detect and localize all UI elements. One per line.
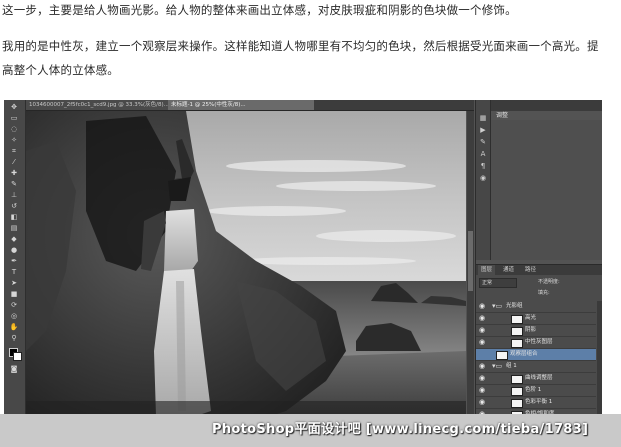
history-panel-icon[interactable]: ▦ [479, 114, 487, 122]
folder-icon: ▾▭ [492, 302, 503, 310]
magic-wand-icon[interactable]: ✧ [9, 137, 19, 144]
3d-rotate-icon[interactable]: ⟳ [9, 302, 19, 309]
folder-icon: ▾▭ [492, 362, 503, 370]
path-selection-icon[interactable]: ➤ [9, 280, 19, 287]
clone-source-icon[interactable]: ◉ [479, 174, 487, 182]
photoshop-screenshot: ✥ ▭ ◌ ✧ ⌗ ⁄ ✚ ✎ ⊥ ↺ ◧ ▤ ◆ ● ✒ T ➤ ■ ⟳ ◎ … [4, 100, 602, 430]
visibility-eye-icon[interactable]: ◉ [479, 374, 485, 383]
layer-row[interactable]: ◉ 色彩平衡 1 [476, 397, 596, 409]
layer-name: 曲线调整层 [525, 375, 553, 381]
scrollbar-thumb[interactable] [468, 231, 473, 291]
quick-mask-icon[interactable]: ◙ [9, 366, 19, 373]
canvas-vertical-scrollbar[interactable] [467, 111, 474, 421]
eraser-tool-icon[interactable]: ◧ [9, 214, 19, 221]
layer-row[interactable]: ◉ ▾▭ 光影组 [476, 301, 596, 313]
layer-thumbnail [511, 315, 523, 324]
marquee-tool-icon[interactable]: ▭ [9, 115, 19, 122]
tools-panel: ✥ ▭ ◌ ✧ ⌗ ⁄ ✚ ✎ ⊥ ↺ ◧ ▤ ◆ ● ✒ T ➤ ■ ⟳ ◎ … [4, 100, 26, 430]
zoom-tool-icon[interactable]: ⚲ [9, 335, 19, 342]
eyedropper-icon[interactable]: ⁄ [9, 159, 19, 166]
tab-layers[interactable]: 图层 [478, 265, 496, 275]
layer-thumbnail [511, 387, 523, 396]
shape-tool-icon[interactable]: ■ [9, 291, 19, 298]
panel-icon-strip: ▦ ▶ ✎ A ¶ ◉ [476, 100, 491, 260]
layer-name: 观察层组合 [510, 351, 538, 357]
document-tab-1[interactable]: 1034600007_2f5fc0c1_scd9.jpg @ 33.3%(灰色/… [26, 100, 172, 110]
lasso-tool-icon[interactable]: ◌ [9, 126, 19, 133]
visibility-eye-icon[interactable]: ◉ [479, 362, 485, 371]
opacity-label: 不透明度: [538, 279, 560, 285]
background-color-swatch[interactable] [13, 352, 22, 361]
visibility-eye-icon[interactable]: ◉ [479, 302, 485, 311]
beach-portrait-photo [26, 111, 466, 421]
layer-name: 高光 [525, 315, 537, 321]
layer-thumbnail [496, 351, 508, 360]
actions-panel-icon[interactable]: ▶ [479, 126, 487, 134]
pen-tool-icon[interactable]: ✒ [9, 258, 19, 265]
clone-stamp-icon[interactable]: ⊥ [9, 192, 19, 199]
move-tool-icon[interactable]: ✥ [9, 104, 19, 111]
adjustments-panel-body [491, 120, 602, 260]
crop-tool-icon[interactable]: ⌗ [9, 148, 19, 155]
layer-thumbnail [511, 375, 523, 384]
layer-name: 色彩平衡 1 [525, 399, 553, 405]
visibility-eye-icon[interactable]: ◉ [479, 338, 485, 347]
layer-row[interactable]: ◉ 中性灰图层 [476, 337, 596, 349]
document-tab-2[interactable]: 未标题-1 @ 25%(中性灰/8)... [168, 100, 314, 110]
visibility-eye-icon[interactable]: ◉ [479, 326, 485, 335]
layer-row-selected[interactable]: 观察层组合 [476, 349, 596, 361]
right-dock: ▦ ▶ ✎ A ¶ ◉ 调整 图层 通道 路径 正常 不透明度: 填充: ◉ ▾… [475, 100, 602, 430]
tab-paths[interactable]: 路径 [522, 265, 539, 275]
layer-thumbnail [511, 339, 523, 348]
layer-name: 中性灰图层 [525, 339, 553, 345]
document-canvas[interactable] [26, 111, 466, 421]
paragraph-1: 这一步，主要是给人物画光影。给人物的整体来画出立体感，对皮肤瑕疵和阴影的色块做一… [2, 3, 517, 17]
dodge-tool-icon[interactable]: ● [9, 247, 19, 254]
character-panel-icon[interactable]: A [479, 150, 487, 158]
healing-brush-icon[interactable]: ✚ [9, 170, 19, 177]
hand-tool-icon[interactable]: ✋ [9, 324, 19, 331]
brush-tool-icon[interactable]: ✎ [9, 181, 19, 188]
layers-panel-tabs: 图层 通道 路径 [476, 265, 602, 275]
type-tool-icon[interactable]: T [9, 269, 19, 276]
history-brush-icon[interactable]: ↺ [9, 203, 19, 210]
layer-row[interactable]: ◉ 阴影 [476, 325, 596, 337]
layer-row[interactable]: ◉ 色阶 1 [476, 385, 596, 397]
layer-name: 色阶 1 [525, 387, 542, 393]
blur-tool-icon[interactable]: ◆ [9, 236, 19, 243]
layer-thumbnail [511, 327, 523, 336]
visibility-eye-icon[interactable]: ◉ [479, 398, 485, 407]
tab-channels[interactable]: 通道 [500, 265, 517, 275]
paragraph-panel-icon[interactable]: ¶ [479, 162, 487, 170]
watermark-text: PhotoShop平面设计吧 [www.linecg.com/tieba/178… [212, 422, 589, 437]
visibility-eye-icon[interactable]: ◉ [479, 314, 485, 323]
brush-panel-icon[interactable]: ✎ [479, 138, 487, 146]
layer-row[interactable]: ◉ 曲线调整层 [476, 373, 596, 385]
layers-panel: 图层 通道 路径 正常 不透明度: 填充: ◉ ▾▭ 光影组 ◉ 高光 ◉ 阴影 [476, 264, 602, 430]
layer-row[interactable]: ◉ ▾▭ 组 1 [476, 361, 596, 373]
blend-mode-select[interactable]: 正常 [479, 278, 517, 288]
layer-name: 组 1 [506, 363, 517, 369]
layer-thumbnail [511, 399, 523, 408]
layer-name: 光影组 [506, 303, 523, 309]
adjustments-panel-title[interactable]: 调整 [496, 110, 508, 119]
fill-label: 填充: [538, 290, 550, 296]
document-tab-bar: 1034600007_2f5fc0c1_scd9.jpg @ 33.3%(灰色/… [26, 100, 474, 111]
3d-orbit-icon[interactable]: ◎ [9, 313, 19, 320]
layer-name: 阴影 [525, 327, 537, 333]
layers-scrollbar[interactable] [597, 301, 602, 430]
gradient-tool-icon[interactable]: ▤ [9, 225, 19, 232]
visibility-eye-icon[interactable]: ◉ [479, 386, 485, 395]
layer-row[interactable]: ◉ 高光 [476, 313, 596, 325]
paragraph-2: 我用的是中性灰，建立一个观察层来操作。这样能知道人物哪里有不均匀的色块，然后根据… [2, 39, 599, 77]
